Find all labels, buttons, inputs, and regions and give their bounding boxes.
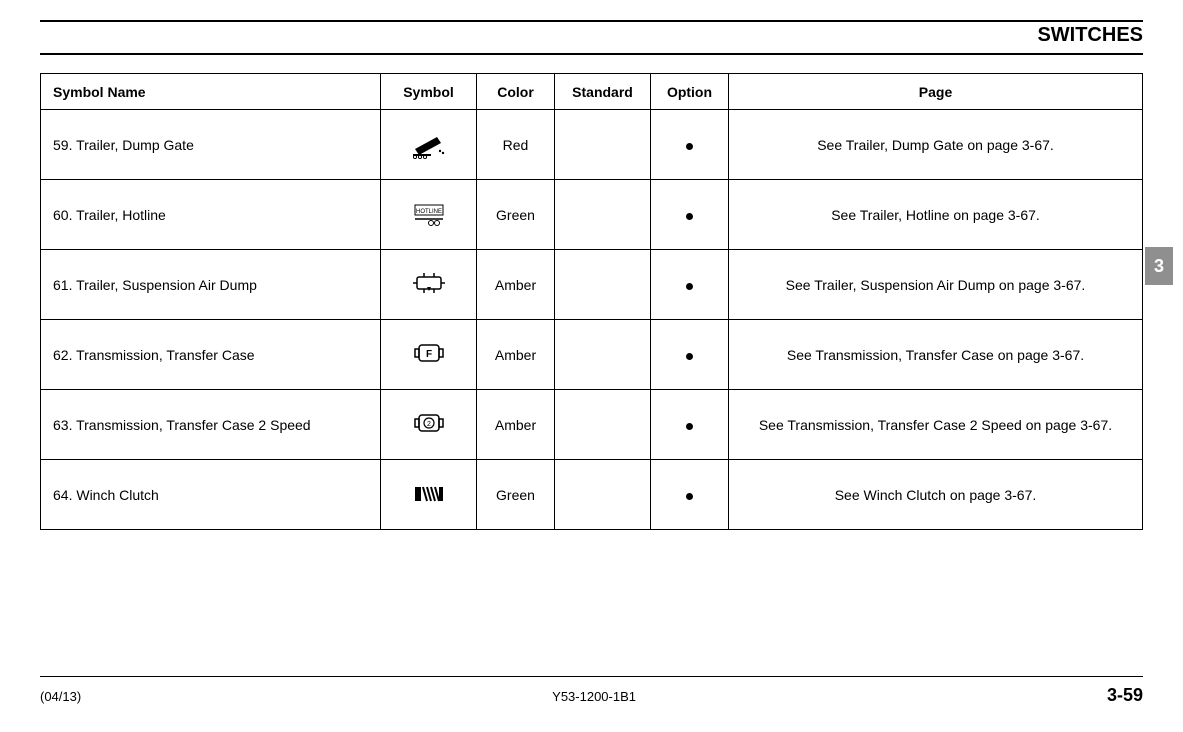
- cell-color: Green: [477, 460, 555, 530]
- row-num: 63.: [53, 417, 72, 433]
- row-name: Trailer, Hotline: [76, 207, 166, 223]
- option-dot: [686, 143, 693, 150]
- cell-page: See Transmission, Transfer Case 2 Speed …: [729, 390, 1143, 460]
- header-page: Page: [729, 74, 1143, 110]
- cell-name: 61. Trailer, Suspension Air Dump: [41, 250, 381, 320]
- footer-date: (04/13): [40, 689, 81, 704]
- cell-name: 60. Trailer, Hotline: [41, 180, 381, 250]
- hotline-icon: HOTLINE: [407, 197, 451, 229]
- cell-color: Amber: [477, 320, 555, 390]
- table-row: 60. Trailer, Hotline HOTLINE Green See T…: [41, 180, 1143, 250]
- row-num: 62.: [53, 347, 72, 363]
- cell-standard: [555, 250, 651, 320]
- option-dot: [686, 283, 693, 290]
- cell-option: [651, 250, 729, 320]
- cell-option: [651, 110, 729, 180]
- cell-symbol: 2: [381, 390, 477, 460]
- table-row: 64. Winch Clutch Green See: [41, 460, 1143, 530]
- cell-symbol: F: [381, 320, 477, 390]
- cell-standard: [555, 320, 651, 390]
- row-num: 59.: [53, 137, 72, 153]
- header-color: Color: [477, 74, 555, 110]
- table-row: 61. Trailer, Suspension Air Dump: [41, 250, 1143, 320]
- cell-page: See Transmission, Transfer Case on page …: [729, 320, 1143, 390]
- option-dot: [686, 423, 693, 430]
- footer-page-number: 3-59: [1107, 685, 1143, 706]
- cell-standard: [555, 460, 651, 530]
- cell-name: 63. Transmission, Transfer Case 2 Speed: [41, 390, 381, 460]
- cell-option: [651, 180, 729, 250]
- section-title: SWITCHES: [40, 22, 1143, 53]
- transfer-case-icon: F: [407, 337, 451, 369]
- row-name: Transmission, Transfer Case: [76, 347, 254, 363]
- svg-text:HOTLINE: HOTLINE: [415, 209, 441, 215]
- switches-table: Symbol Name Symbol Color Standard Option…: [40, 73, 1143, 530]
- cell-option: [651, 390, 729, 460]
- table-row: 59. Trailer, Dump Gate Red: [41, 110, 1143, 180]
- cell-name: 62. Transmission, Transfer Case: [41, 320, 381, 390]
- cell-color: Amber: [477, 390, 555, 460]
- option-dot: [686, 213, 693, 220]
- cell-symbol: [381, 250, 477, 320]
- chapter-tab: 3: [1145, 247, 1173, 285]
- cell-symbol: [381, 460, 477, 530]
- row-name: Trailer, Suspension Air Dump: [76, 277, 257, 293]
- header-standard: Standard: [555, 74, 651, 110]
- dump-gate-icon: [407, 127, 451, 159]
- cell-page: See Trailer, Dump Gate on page 3-67.: [729, 110, 1143, 180]
- cell-color: Green: [477, 180, 555, 250]
- row-num: 64.: [53, 487, 72, 503]
- transfer-case-2-icon: 2: [407, 407, 451, 439]
- row-num: 61.: [53, 277, 72, 293]
- cell-symbol: HOTLINE: [381, 180, 477, 250]
- table-row: 62. Transmission, Transfer Case F Amber …: [41, 320, 1143, 390]
- footer-docid: Y53-1200-1B1: [552, 689, 636, 704]
- cell-option: [651, 460, 729, 530]
- cell-page: See Winch Clutch on page 3-67.: [729, 460, 1143, 530]
- cell-standard: [555, 180, 651, 250]
- header-rule-bottom: [40, 53, 1143, 55]
- svg-text:2: 2: [427, 421, 431, 428]
- cell-option: [651, 320, 729, 390]
- cell-color: Red: [477, 110, 555, 180]
- row-name: Transmission, Transfer Case 2 Speed: [76, 417, 310, 433]
- header-symbol: Symbol: [381, 74, 477, 110]
- cell-color: Amber: [477, 250, 555, 320]
- cell-name: 59. Trailer, Dump Gate: [41, 110, 381, 180]
- row-name: Trailer, Dump Gate: [76, 137, 194, 153]
- cell-page: See Trailer, Suspension Air Dump on page…: [729, 250, 1143, 320]
- header-name: Symbol Name: [41, 74, 381, 110]
- page-footer: (04/13) Y53-1200-1B1 3-59: [40, 676, 1143, 706]
- svg-text:F: F: [425, 349, 431, 360]
- row-num: 60.: [53, 207, 72, 223]
- cell-name: 64. Winch Clutch: [41, 460, 381, 530]
- air-dump-icon: [407, 267, 451, 299]
- cell-page: See Trailer, Hotline on page 3-67.: [729, 180, 1143, 250]
- option-dot: [686, 353, 693, 360]
- table-header-row: Symbol Name Symbol Color Standard Option…: [41, 74, 1143, 110]
- table-row: 63. Transmission, Transfer Case 2 Speed …: [41, 390, 1143, 460]
- row-name: Winch Clutch: [76, 487, 158, 503]
- option-dot: [686, 493, 693, 500]
- cell-standard: [555, 390, 651, 460]
- cell-standard: [555, 110, 651, 180]
- winch-clutch-icon: [407, 477, 451, 509]
- cell-symbol: [381, 110, 477, 180]
- header-option: Option: [651, 74, 729, 110]
